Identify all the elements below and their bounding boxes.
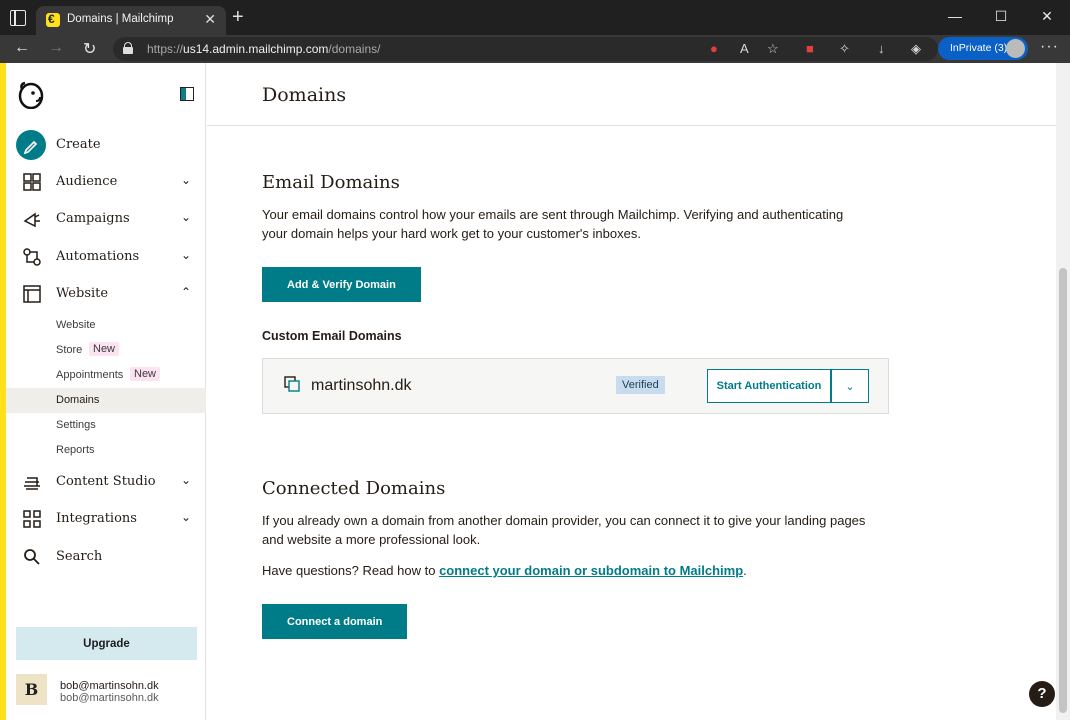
grid-icon: [23, 510, 41, 528]
chevron-down-icon: ⌄: [845, 380, 855, 393]
back-icon[interactable]: ←: [14, 39, 30, 57]
nav-content-studio[interactable]: Content Studio ⌄: [6, 464, 206, 500]
extensions-icon[interactable]: ✧: [839, 41, 850, 57]
user-email: bob@martinsohn.dk: [60, 692, 159, 704]
reload-icon[interactable]: ↻: [83, 39, 96, 59]
mailchimp-favicon-icon: [46, 12, 60, 27]
domain-card: martinsohn.dk Verified Start Authenticat…: [262, 358, 889, 414]
status-badge: Verified: [616, 376, 665, 394]
domain-name: martinsohn.dk: [311, 377, 412, 394]
upgrade-button[interactable]: Upgrade: [16, 627, 197, 660]
subnav-store[interactable]: Store New: [6, 338, 206, 363]
maximize-icon[interactable]: ☐: [978, 0, 1024, 35]
nav-automations[interactable]: Automations ⌄: [6, 239, 206, 275]
nav-search[interactable]: Search: [6, 539, 206, 575]
extension-badge-icon[interactable]: ■: [806, 41, 814, 56]
window-controls: — ☐ ✕: [932, 0, 1070, 35]
close-icon[interactable]: ✕: [204, 11, 216, 28]
email-domains-heading: Email Domains: [262, 172, 400, 193]
scroll-thumb[interactable]: [1059, 268, 1067, 713]
url-field[interactable]: https://us14.admin.mailchimp.com/domains…: [113, 37, 938, 61]
subnav-domains[interactable]: Domains: [6, 388, 206, 413]
mailchimp-logo-icon[interactable]: [16, 79, 46, 109]
help-text: Have questions? Read how to connect your…: [262, 563, 747, 578]
audience-icon: [23, 173, 41, 191]
connected-domains-heading: Connected Domains: [262, 478, 446, 499]
sidebar-icon[interactable]: [10, 10, 26, 26]
page-viewport: Create Audience ⌄ Campaigns ⌄ Automation…: [0, 63, 1070, 720]
megaphone-icon: [23, 212, 40, 228]
custom-email-domains-heading: Custom Email Domains: [262, 329, 402, 343]
connected-domains-description: If you already own a domain from another…: [262, 513, 866, 547]
main-content: Domains Email Domains Your email domains…: [207, 63, 1056, 720]
chevron-down-icon: ⌄: [181, 248, 192, 262]
website-icon: [23, 285, 41, 303]
forward-icon[interactable]: →: [48, 39, 64, 57]
sidebar: Create Audience ⌄ Campaigns ⌄ Automation…: [6, 63, 206, 720]
more-icon[interactable]: ···: [1040, 38, 1059, 56]
read-aloud-icon[interactable]: A: [740, 41, 749, 56]
plus-icon[interactable]: +: [232, 7, 244, 27]
email-domains-description: Your email domains control how your emai…: [262, 207, 844, 241]
new-badge: New: [130, 367, 161, 381]
collapse-sidebar-icon[interactable]: [180, 87, 194, 101]
chevron-down-icon: ⌄: [181, 510, 192, 524]
subnav-reports[interactable]: Reports: [6, 438, 206, 463]
start-authentication-button[interactable]: Start Authentication: [707, 369, 831, 403]
automation-icon: [23, 248, 41, 266]
nav-create[interactable]: Create: [6, 127, 206, 163]
scrollbar[interactable]: [1056, 63, 1070, 720]
browser-tab[interactable]: Domains | Mailchimp ✕: [36, 6, 226, 35]
subnav-website[interactable]: Website: [6, 313, 206, 338]
chevron-down-icon: ⌄: [181, 473, 192, 487]
inprivate-button[interactable]: InPrivate (3): [938, 37, 1028, 60]
nav-integrations[interactable]: Integrations ⌄: [6, 501, 206, 537]
browser-tab-bar: Domains | Mailchimp ✕ + — ☐ ✕: [0, 0, 1070, 35]
nav-audience[interactable]: Audience ⌄: [6, 164, 206, 200]
avatar[interactable]: B: [16, 674, 47, 705]
tracking-icon[interactable]: ●: [710, 41, 718, 56]
favorites-icon[interactable]: ☆: [767, 41, 779, 57]
help-button[interactable]: ?: [1029, 681, 1055, 707]
add-verify-domain-button[interactable]: Add & Verify Domain: [262, 267, 421, 302]
new-badge: New: [89, 342, 120, 356]
subnav-appointments[interactable]: Appointments New: [6, 363, 206, 388]
connect-domain-help-link[interactable]: connect your domain or subdomain to Mail…: [439, 563, 743, 578]
close-window-icon[interactable]: ✕: [1024, 0, 1070, 35]
search-icon: [24, 549, 40, 565]
pencil-icon: [16, 130, 46, 160]
chevron-up-icon: ⌃: [181, 285, 192, 299]
connect-domain-button[interactable]: Connect a domain: [262, 604, 408, 639]
page-title: Domains: [262, 84, 347, 106]
domain-actions-dropdown[interactable]: ⌄: [831, 369, 869, 403]
collections-icon[interactable]: ◈: [911, 41, 921, 57]
chevron-down-icon: ⌄: [181, 173, 192, 187]
nav-campaigns[interactable]: Campaigns ⌄: [6, 201, 206, 237]
subnav-settings[interactable]: Settings: [6, 413, 206, 438]
minimize-icon[interactable]: —: [932, 0, 978, 35]
url-text: https://us14.admin.mailchimp.com/domains…: [147, 42, 381, 56]
page-header: Domains: [207, 63, 1056, 126]
user-name[interactable]: bob@martinsohn.dk: [60, 680, 159, 692]
copy-icon[interactable]: [284, 376, 300, 392]
download-icon[interactable]: ↓: [878, 41, 885, 56]
address-bar: ← → ↻ https://us14.admin.mailchimp.com/d…: [0, 35, 1070, 63]
tab-title: Domains | Mailchimp: [67, 13, 174, 25]
lock-icon[interactable]: [123, 42, 133, 54]
chevron-down-icon: ⌄: [181, 210, 192, 224]
content-studio-icon: [24, 477, 40, 490]
profile-avatar: [1006, 39, 1025, 58]
nav-website[interactable]: Website ⌃: [6, 276, 206, 312]
